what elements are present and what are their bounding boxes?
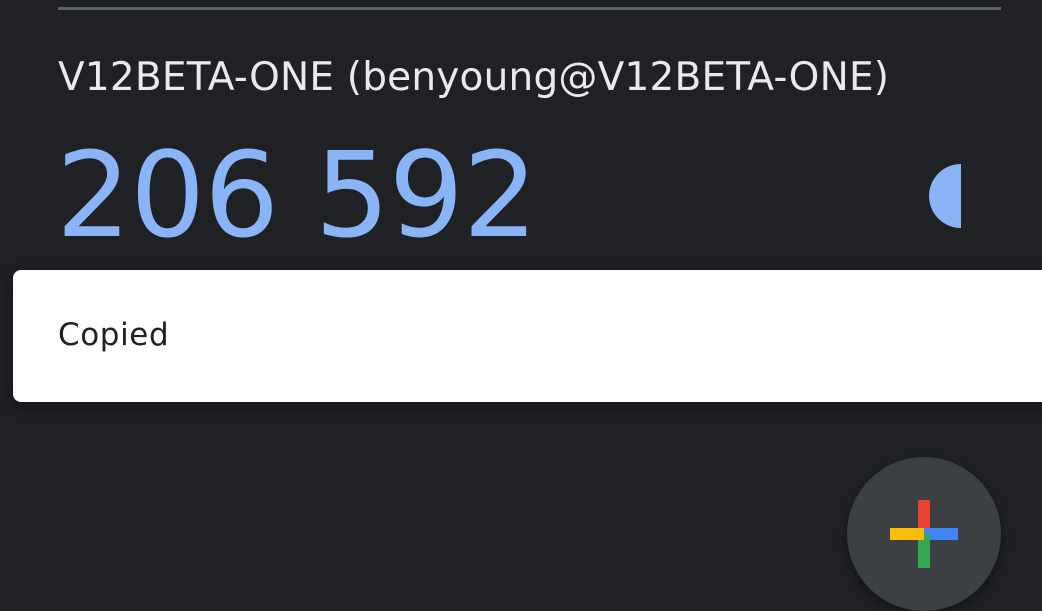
- snackbar: Copied: [13, 270, 1042, 402]
- google-plus-icon: [890, 500, 958, 568]
- add-account-button[interactable]: [847, 457, 1001, 611]
- countdown-timer-icon: [929, 164, 961, 228]
- otp-code[interactable]: 206 592: [56, 131, 538, 259]
- snackbar-message: Copied: [58, 317, 170, 353]
- top-divider: [58, 7, 1001, 10]
- account-name: V12BETA-ONE (benyoung@V12BETA-ONE): [58, 55, 890, 100]
- countdown-timer-fill: [929, 164, 961, 228]
